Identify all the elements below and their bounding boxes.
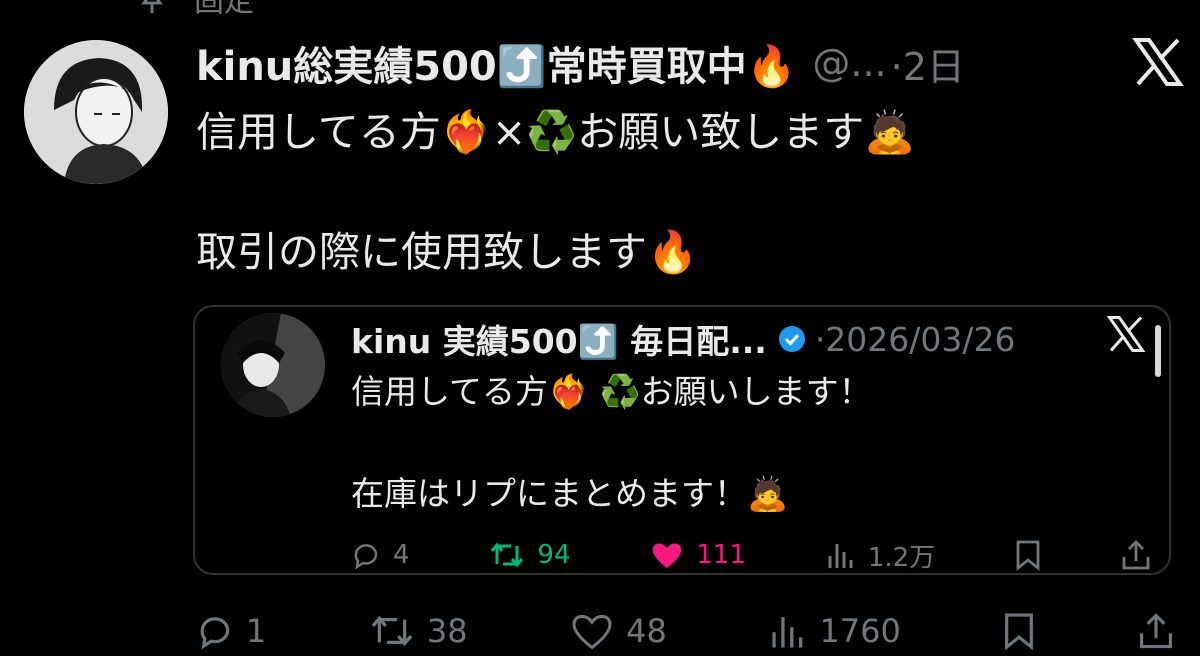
views-count: 1.2万 — [867, 542, 936, 573]
quoted-header: kinu 実績500⤴️ 毎日配... ·2026/03/26 — [351, 315, 1151, 363]
pinned-indicator: 固定 — [140, 0, 254, 19]
retweet-button[interactable]: 38 — [369, 612, 468, 650]
views-icon — [772, 617, 803, 648]
share-button[interactable] — [1138, 611, 1174, 651]
quoted-display-name[interactable]: kinu 実績500⤴️ 毎日配... — [351, 315, 767, 363]
quoted-line: 在庫はリプにまとめます！🙇 — [351, 474, 789, 513]
quoted-tweet[interactable]: kinu 実績500⤴️ 毎日配... ·2026/03/26 信用してる方❤️… — [193, 305, 1171, 575]
like-button[interactable]: 48 — [570, 612, 667, 650]
tweet-actions: 1 38 48 1760 — [196, 606, 1174, 656]
x-logo-icon — [1106, 316, 1146, 352]
bookmark-button[interactable] — [1015, 539, 1041, 571]
x-logo-icon — [1132, 38, 1184, 86]
views-button[interactable]: 1.2万 — [826, 537, 935, 574]
reply-icon — [354, 544, 378, 570]
bookmark-button[interactable] — [1003, 611, 1035, 651]
tweet-line: 取引の際に使用致します🔥 — [196, 228, 699, 276]
retweet-button[interactable]: 94 — [489, 540, 571, 570]
views-button[interactable]: 1760 — [769, 612, 901, 650]
share-button[interactable] — [1121, 539, 1151, 571]
tweet-line: 信用してる方❤️‍🔥×♻️お願い致します🙇 — [196, 108, 916, 156]
reply-icon — [200, 617, 230, 650]
quoted-text: 信用してる方❤️‍🔥 ♻️お願いします！ 在庫はリプにまとめます！🙇 — [351, 367, 1131, 519]
timestamp[interactable]: ·2日 — [891, 36, 965, 91]
pinned-label: 固定 — [194, 0, 254, 19]
bookmark-icon — [1005, 613, 1034, 651]
reply-count: 4 — [393, 540, 410, 570]
reply-count: 1 — [246, 612, 267, 650]
bookmark-icon — [1016, 540, 1040, 571]
reply-button[interactable]: 4 — [351, 540, 410, 570]
like-button[interactable]: 111 — [650, 540, 746, 570]
verified-badge-icon — [778, 326, 805, 352]
retweet-icon — [371, 615, 413, 647]
pin-icon — [141, 0, 163, 13]
handle[interactable]: @... — [812, 41, 886, 85]
tweet-text: 信用してる方❤️‍🔥×♻️お願い致します🙇 取引の際に使用致します🔥 — [196, 102, 1136, 282]
reply-button[interactable]: 1 — [196, 612, 266, 650]
share-icon — [1122, 540, 1150, 570]
quoted-line: 信用してる方❤️‍🔥 ♻️お願いします！ — [351, 372, 872, 411]
heart-icon — [572, 614, 612, 650]
quoted-avatar[interactable] — [221, 313, 325, 417]
retweet-icon — [491, 542, 524, 568]
scrollbar[interactable] — [1155, 325, 1161, 377]
like-count: 48 — [626, 612, 667, 650]
retweet-count: 94 — [537, 540, 571, 570]
retweet-count: 38 — [426, 612, 468, 650]
display-name[interactable]: kinu総実績500⤴️常時買取中🔥 — [196, 34, 796, 92]
views-count: 1760 — [819, 612, 901, 650]
heart-icon — [653, 543, 682, 568]
avatar-image — [24, 40, 168, 184]
quoted-actions: 4 94 111 1.2万 — [351, 533, 1151, 577]
avatar[interactable] — [24, 40, 168, 184]
share-icon — [1140, 613, 1172, 649]
tweet-header: kinu総実績500⤴️常時買取中🔥 @... ·2日 — [196, 30, 1186, 96]
quoted-avatar-image — [221, 313, 325, 417]
like-count: 111 — [696, 540, 746, 570]
quoted-date[interactable]: ·2026/03/26 — [815, 320, 1016, 359]
views-icon — [828, 544, 853, 568]
